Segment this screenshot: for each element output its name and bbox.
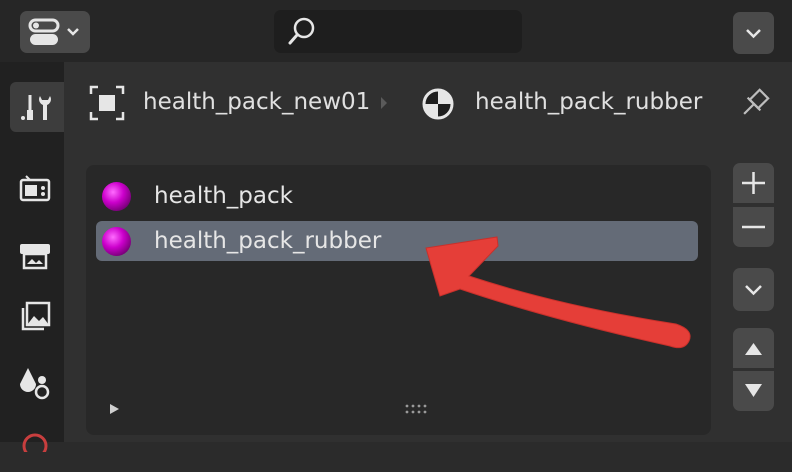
tab-tool[interactable] xyxy=(10,82,64,132)
world-icon xyxy=(22,433,48,459)
options-dropdown[interactable] xyxy=(733,12,774,54)
move-slot-up-button[interactable] xyxy=(733,328,774,368)
tool-icon xyxy=(21,95,51,120)
triangle-up-icon xyxy=(745,343,762,355)
breadcrumb-separator-icon xyxy=(381,97,387,109)
material-icon xyxy=(422,88,454,120)
search-icon xyxy=(288,17,315,45)
material-ball-icon xyxy=(102,227,131,256)
properties-editor-icon xyxy=(28,18,79,45)
pin-icon[interactable] xyxy=(736,86,772,122)
scene-icon xyxy=(20,368,50,400)
object-icon xyxy=(89,85,125,121)
material-slot-name: health_pack xyxy=(154,183,293,209)
breadcrumb-material-name: health_pack_rubber xyxy=(475,89,703,115)
chevron-down-icon xyxy=(745,285,762,296)
triangle-down-icon xyxy=(745,384,762,397)
material-specials-dropdown[interactable] xyxy=(733,268,774,311)
material-slot-name: health_pack_rubber xyxy=(154,228,382,254)
add-material-slot-button[interactable] xyxy=(733,163,774,203)
list-item[interactable]: health_pack_rubber xyxy=(96,221,698,261)
tab-output[interactable] xyxy=(12,230,58,280)
editor-type-dropdown[interactable] xyxy=(20,11,90,53)
properties-tabs xyxy=(0,62,64,459)
minus-icon xyxy=(742,225,765,229)
tab-render[interactable] xyxy=(12,166,58,216)
tab-world[interactable] xyxy=(12,422,58,472)
search-field[interactable] xyxy=(274,10,522,53)
breadcrumb-object-name: health_pack_new01 xyxy=(143,89,371,115)
render-icon xyxy=(19,175,51,202)
resize-handle-icon[interactable] xyxy=(402,402,432,416)
tab-scene[interactable] xyxy=(12,358,58,408)
remove-material-slot-button[interactable] xyxy=(733,207,774,247)
list-item[interactable]: health_pack xyxy=(96,176,698,216)
header-bar xyxy=(0,0,792,62)
view-layer-icon xyxy=(21,301,51,331)
move-slot-down-button[interactable] xyxy=(733,371,774,411)
expand-triangle-icon[interactable] xyxy=(108,401,122,417)
output-printer-icon xyxy=(20,244,50,270)
material-ball-icon xyxy=(102,182,131,211)
tab-view-layer[interactable] xyxy=(12,294,58,344)
plus-icon xyxy=(742,172,765,194)
chevron-down-icon xyxy=(746,29,761,39)
